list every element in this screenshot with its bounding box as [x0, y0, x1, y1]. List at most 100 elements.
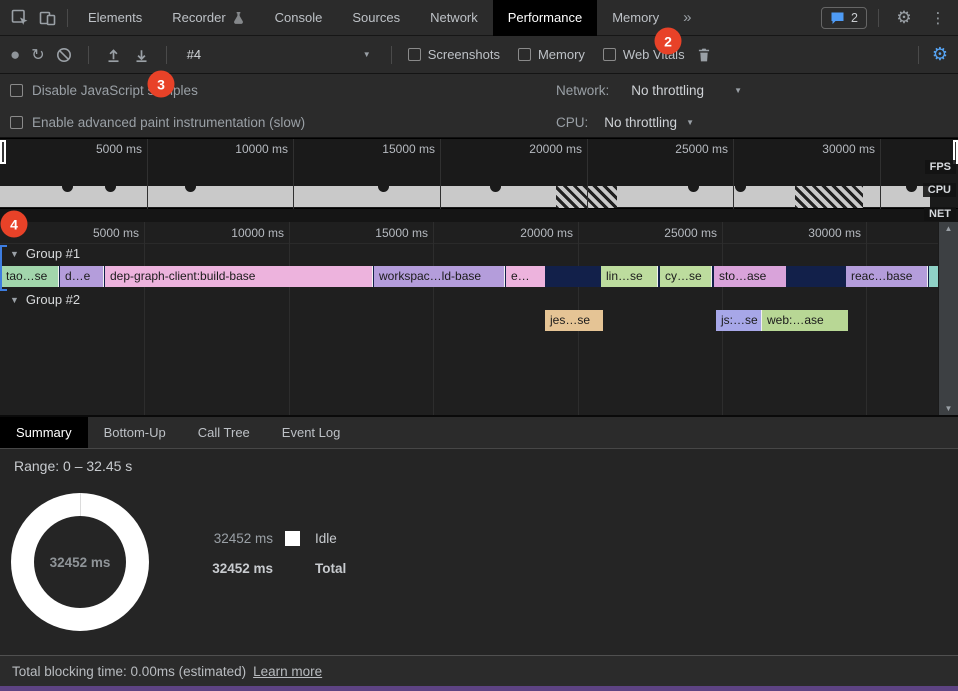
checkbox-box[interactable]	[408, 48, 421, 61]
checkbox-memory[interactable]: Memory	[518, 47, 585, 62]
divider	[88, 46, 89, 64]
scroll-up-icon[interactable]: ▲	[945, 224, 953, 233]
overview-tick-label: 15000 ms	[382, 142, 440, 156]
tab-performance[interactable]: Performance	[493, 0, 597, 36]
group-label: Group #2	[26, 292, 80, 307]
cpu-idle-notch	[185, 186, 196, 192]
chevron-down-icon[interactable]: ▼	[686, 118, 694, 127]
checkbox-label: Memory	[538, 47, 585, 62]
message-bubble-icon	[830, 11, 845, 25]
flame-bar[interactable]: e…	[506, 266, 545, 287]
status-bar: Total blocking time: 0.00ms (estimated) …	[0, 655, 958, 686]
group-header-group-1[interactable]: ▼Group #1	[10, 246, 80, 261]
scroll-down-icon[interactable]: ▼	[945, 404, 953, 413]
tab-sources[interactable]: Sources	[337, 0, 415, 36]
flame-bar[interactable]: workspac…ld-base	[374, 266, 505, 287]
tab-label: Memory	[612, 10, 659, 25]
flame-bar[interactable]: js:…se	[716, 310, 762, 331]
reload-and-record-button[interactable]: ↻	[31, 45, 44, 65]
lane-label-cpu: CPU	[923, 183, 956, 197]
flame-bar[interactable]: lin…se	[601, 266, 658, 287]
cpu-throttling-select[interactable]: No throttling	[604, 115, 677, 130]
history-select[interactable]: #4 ▼	[183, 47, 375, 62]
tab-event-log[interactable]: Event Log	[266, 417, 357, 448]
flask-icon	[232, 11, 245, 25]
divider	[67, 9, 68, 27]
flame-bar[interactable]: dep-graph-client:build-base	[105, 266, 373, 287]
console-messages-badge[interactable]: 2	[821, 7, 867, 29]
cpu-idle-notch	[105, 186, 116, 192]
legend-value: 32452 ms	[205, 561, 273, 576]
tab-bottom-up[interactable]: Bottom-Up	[88, 417, 182, 448]
overview-left-handle[interactable]	[0, 140, 6, 164]
checkbox-box[interactable]	[518, 48, 531, 61]
flame-bar[interactable]: d…e	[60, 266, 104, 287]
tab-label: Sources	[352, 10, 400, 25]
flame-bar[interactable]: cy…se	[660, 266, 712, 287]
vertical-scrollbar[interactable]: ▲ ▼	[938, 222, 958, 415]
toolbar-right: ⚙	[913, 44, 948, 65]
tab-elements[interactable]: Elements	[73, 0, 157, 36]
flame-bar[interactable]: reac…base	[846, 266, 928, 287]
flame-chart[interactable]: ▲ ▼ 5000 ms10000 ms15000 ms20000 ms25000…	[0, 222, 958, 415]
capture-checkboxes: ScreenshotsMemoryWeb Vitals	[408, 47, 685, 62]
network-throttling-select[interactable]: No throttling	[631, 83, 704, 98]
save-profile-icon[interactable]	[133, 47, 150, 63]
ruler-divider	[0, 243, 938, 244]
timeline-tick-label: 30000 ms	[808, 226, 866, 240]
clear-recording-icon[interactable]	[56, 47, 72, 63]
tab-call-tree[interactable]: Call Tree	[182, 417, 266, 448]
group-header-group-2[interactable]: ▼Group #2	[10, 292, 80, 307]
donut-center-value: 32452 ms	[34, 516, 126, 608]
kebab-menu-icon[interactable]: ⋮	[924, 4, 952, 32]
flame-bar[interactable]: sto…ase	[714, 266, 786, 287]
load-profile-icon[interactable]	[105, 47, 122, 63]
total-blocking-time-text: Total blocking time: 0.00ms (estimated)	[12, 664, 246, 679]
capture-settings-gear-icon[interactable]: ⚙	[932, 44, 948, 65]
overview-gridline	[587, 139, 588, 209]
tab-console[interactable]: Console	[260, 0, 338, 36]
lane-label-fps: FPS	[925, 160, 956, 174]
tab-recorder[interactable]: Recorder	[157, 0, 259, 36]
cpu-idle-notch	[735, 186, 746, 192]
divider	[166, 46, 167, 64]
overview-pane[interactable]: 5000 ms10000 ms15000 ms20000 ms25000 ms3…	[0, 138, 958, 222]
selection-bracket	[0, 245, 7, 291]
chevron-down-icon[interactable]: ▼	[734, 86, 742, 95]
flame-bar[interactable]: jes…se	[545, 310, 603, 331]
inspect-element-button[interactable]	[6, 4, 34, 32]
paint-instrumentation-row[interactable]: Enable advanced paint instrumentation (s…	[10, 106, 305, 138]
settings-gear-icon[interactable]: ⚙	[890, 4, 918, 32]
flame-bar[interactable]: web:…ase	[762, 310, 848, 331]
cpu-activity-band	[0, 186, 930, 207]
expander-triangle-icon: ▼	[10, 249, 19, 259]
summary-donut-chart: 32452 ms	[11, 493, 149, 631]
tabbar-right-cluster: 2 ⚙ ⋮	[821, 4, 952, 32]
learn-more-link[interactable]: Learn more	[253, 664, 322, 679]
trash-icon[interactable]	[696, 47, 712, 63]
tab-network[interactable]: Network	[415, 0, 493, 36]
overview-tick-label: 20000 ms	[529, 142, 587, 156]
cpu-idle-notch	[62, 186, 73, 192]
flame-bar[interactable]: tao…se	[1, 266, 59, 287]
record-button[interactable]: ●	[10, 46, 20, 63]
device-toolbar-button[interactable]	[34, 4, 62, 32]
checkbox-screenshots[interactable]: Screenshots	[408, 47, 500, 62]
overview-tick-label: 30000 ms	[822, 142, 880, 156]
devtools-tab-strip: Elements RecorderConsole Sources NetworkPer…	[73, 0, 674, 36]
checkbox-label: Screenshots	[428, 47, 500, 62]
timeline-tick-label: 20000 ms	[520, 226, 578, 240]
more-tabs-button[interactable]: »	[674, 9, 700, 26]
devtools-window: Elements RecorderConsole Sources NetworkPer…	[0, 0, 958, 691]
track-row: jes…se js:…seweb:…ase	[0, 310, 938, 331]
legend-label: Total	[315, 561, 346, 576]
checkbox-box[interactable]	[603, 48, 616, 61]
overview-gridline	[733, 139, 734, 209]
disable-js-samples-checkbox[interactable]	[10, 84, 23, 97]
overview-tick-label: 5000 ms	[96, 142, 147, 156]
window-bottom-edge	[0, 686, 958, 691]
divider	[391, 46, 392, 64]
tab-summary[interactable]: Summary	[0, 417, 88, 448]
tab-label: Elements	[88, 10, 142, 25]
paint-instrumentation-checkbox[interactable]	[10, 116, 23, 129]
